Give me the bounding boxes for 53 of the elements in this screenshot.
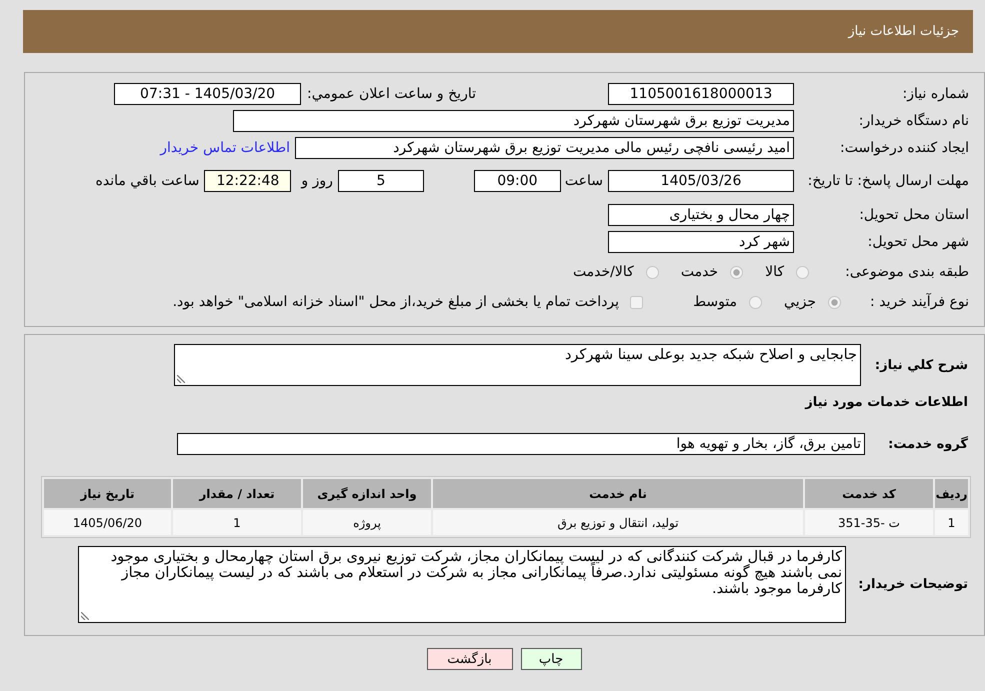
page-title: جزئیات اطلاعات نیاز	[848, 24, 959, 39]
remaining-time-field[interactable]: 12:22:48	[204, 170, 292, 192]
column-header: تعداد / مقدار	[173, 479, 301, 508]
field-label: ساعت	[564, 173, 603, 189]
field-label: شهر محل تحویل:	[866, 234, 969, 250]
field-label: شماره نیاز:	[902, 86, 969, 102]
option-label: کالا/خدمت	[572, 264, 634, 280]
column-header: نام خدمت	[433, 479, 803, 508]
field-label: طبقه بندی موضوعی:	[844, 264, 969, 280]
province-field[interactable]: چهار محال و بختیاری	[608, 204, 794, 226]
table-cell: 1	[173, 510, 301, 535]
field-label: ساعت باقي مانده	[96, 173, 200, 189]
option-label: جزيي	[784, 294, 816, 310]
description-field[interactable]: جابجایی و اصلاح شبکه جدید بوعلی سینا شهرکرد	[174, 344, 861, 386]
field-label: تاریخ و ساعت اعلان عمومي:	[307, 86, 476, 102]
buyer-notes-field[interactable]: کارفرما در قبال شرکت کنندگانی که در لیست پیمانکاران مجاز، شرکت توزیع نیروی برق استان چهارمحال و بختیاری موجود نمی باشند هیچ گونه مسئولیتی ندارد.صرفاً پیمانکارانی مجاز به شرکت در استعلام می باشند که در لیست پیمانکاران مجاز کارفرما موجود باشند.	[78, 546, 846, 623]
resize-grip-icon[interactable]	[177, 375, 185, 383]
column-header: کد خدمت	[805, 479, 933, 508]
announcement-date-field[interactable]: 1405/03/20 - 07:31	[114, 82, 302, 104]
field-label: مهلت ارسال پاسخ: تا تاریخ:	[806, 172, 969, 190]
column-header: واحد اندازه گیری	[303, 479, 431, 508]
deadline-time-field[interactable]: 09:00	[474, 170, 561, 192]
table-cell: ت -35-351	[805, 510, 933, 535]
column-header: تاریخ نیاز	[44, 479, 171, 508]
service-group-field[interactable]: تامین برق، گاز، بخار و تهویه هوا	[177, 433, 865, 455]
option-label: متوسط	[693, 294, 738, 310]
table-cell: 1	[935, 510, 968, 535]
resize-grip-icon[interactable]	[81, 612, 89, 620]
deadline-date-field[interactable]: 1405/03/26	[608, 170, 794, 192]
field-label: روز و	[301, 173, 333, 189]
table-cell: تولید، انتقال و توزیع برق	[433, 510, 803, 535]
back-button[interactable]: بازگشت	[426, 648, 512, 670]
option-label: کالا	[765, 264, 784, 280]
buyer-contact-link[interactable]: اطلاعات تماس خریدار	[160, 140, 290, 156]
table-cell: پروژه	[303, 510, 431, 535]
field-label: ایجاد کننده درخواست:	[839, 140, 969, 156]
requester-field[interactable]: امید رئیسی نافچی رئیس مالی مدیریت توزیع برق شهرستان شهرکرد	[295, 136, 794, 158]
section-title: اطلاعات خدمات مورد نیاز	[805, 394, 968, 412]
table-cell: 1405/06/20	[44, 510, 171, 535]
buyer-org-field[interactable]: مدیریت توزیع برق شهرستان شهرکرد	[233, 110, 794, 132]
field-label: توضیحات خریدار:	[857, 577, 968, 592]
remaining-days-field[interactable]: 5	[338, 170, 424, 192]
city-field[interactable]: شهر کرد	[608, 230, 794, 252]
field-label: نوع فرآیند خرید :	[869, 294, 969, 310]
need-number-field[interactable]: 1105001618000013	[608, 82, 794, 104]
print-button[interactable]: چاپ	[520, 648, 582, 670]
column-header: ردیف	[935, 479, 968, 508]
field-label: نام دستگاه خریدار:	[858, 112, 969, 128]
checkbox-label: پرداخت تمام یا بخشی از مبلغ خرید،از محل "اسناد خزانه اسلامی" خواهد بود.	[172, 294, 620, 310]
field-label: شرح کلي نیاز:	[874, 358, 968, 372]
option-label: خدمت	[680, 264, 718, 280]
field-label: استان محل تحویل:	[858, 206, 969, 222]
field-label: گروه خدمت:	[887, 436, 968, 452]
